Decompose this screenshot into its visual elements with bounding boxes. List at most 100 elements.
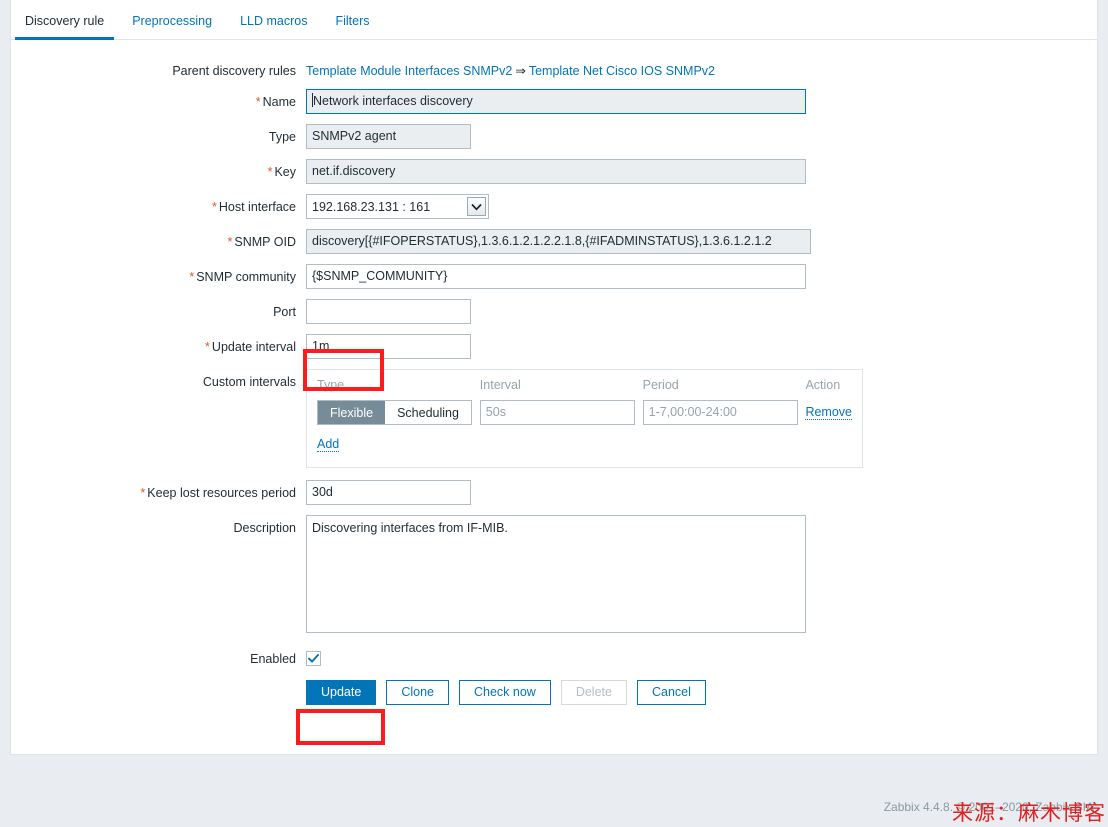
form-row-parent-discovery-rules: Parent discovery rules Template Module I…	[11, 58, 1097, 79]
snmp-community-input[interactable]: {$SNMP_COMMUNITY}	[306, 264, 806, 289]
form-row-description: Description	[11, 515, 1097, 636]
label-description: Description	[233, 521, 296, 535]
label-snmp-oid: * SNMP OID	[11, 229, 306, 249]
form-row-snmp-oid: * SNMP OID discovery[{#IFOPERSTATUS},1.3.…	[11, 229, 1097, 254]
description-textarea[interactable]	[306, 515, 806, 633]
cell-add: Add	[317, 431, 852, 457]
label-type: Type	[268, 130, 296, 144]
form-row-port: Port	[11, 299, 1097, 324]
form-row-key: * Key net.if.discovery	[11, 159, 1097, 184]
form-row-buttons: Update Clone Check now Delete Cancel	[11, 666, 1097, 705]
form-row-type: Type SNMPv2 agent	[11, 124, 1097, 149]
column-header-action: Action	[805, 378, 841, 392]
form-row-name: * Name Network interfaces discovery	[11, 89, 1097, 114]
keep-lost-resources-value: 30d	[312, 485, 333, 499]
form-row-custom-intervals: Custom intervals Type Interval Period Ac…	[11, 369, 1097, 468]
label-buttons-spacer	[11, 666, 306, 672]
cancel-button[interactable]: Cancel	[636, 680, 706, 705]
custom-period-input[interactable]: 1-7,00:00-24:00	[642, 400, 798, 425]
custom-intervals-header-row: Type Interval Period Action	[317, 378, 852, 400]
required-marker-snmp-oid: *	[227, 235, 233, 249]
key-input-value: net.if.discovery	[312, 164, 396, 178]
parent-rule-link-template-net[interactable]: Template Net Cisco IOS SNMPv2	[529, 64, 715, 78]
form-row-update-interval: * Update interval 1m	[11, 334, 1097, 359]
custom-intervals-table: Type Interval Period Action Flexible Sch…	[317, 378, 852, 457]
label-port: Port	[273, 305, 296, 319]
check-icon	[308, 654, 319, 663]
name-input-value: Network interfaces discovery	[313, 94, 473, 108]
column-header-period: Period	[642, 378, 679, 392]
label-snmp-community-text: SNMP community	[196, 270, 296, 284]
toggle-option-flexible[interactable]: Flexible	[318, 401, 386, 424]
toggle-option-scheduling[interactable]: Scheduling	[385, 401, 471, 424]
tab-bar: Discovery rule Preprocessing LLD macros …	[11, 0, 1097, 40]
snmp-community-input-value: {$SNMP_COMMUNITY}	[312, 269, 448, 283]
key-input: net.if.discovery	[306, 159, 806, 184]
label-update-interval: * Update interval	[11, 334, 306, 354]
custom-interval-placeholder: 50s	[485, 405, 506, 419]
chevron-down-icon[interactable]	[467, 197, 486, 216]
remove-interval-link[interactable]: Remove	[805, 405, 852, 420]
delete-button: Delete	[560, 680, 627, 705]
breadcrumb-arrow-icon: ⇒	[515, 64, 526, 78]
update-button[interactable]: Update	[306, 680, 377, 705]
port-input[interactable]	[306, 299, 471, 324]
update-interval-input[interactable]: 1m	[306, 334, 471, 359]
label-key-text: Key	[274, 165, 296, 179]
tab-preprocessing[interactable]: Preprocessing	[118, 14, 226, 39]
form-row-host-interface: * Host interface 192.168.23.131 : 161	[11, 194, 1097, 219]
required-marker-name: *	[255, 95, 261, 109]
required-marker-snmp-community: *	[189, 270, 195, 284]
footer-copyright: Zabbix 4.4.8. © 2001–2020, Zabbix SIA	[883, 800, 1094, 814]
label-parent-discovery-rules: Parent discovery rules	[172, 64, 296, 78]
label-snmp-community: * SNMP community	[11, 264, 306, 284]
form-row-snmp-community: * SNMP community {$SNMP_COMMUNITY}	[11, 264, 1097, 289]
label-host-interface-text: Host interface	[218, 200, 296, 214]
enabled-checkbox[interactable]	[306, 651, 321, 666]
label-keep-lost-resources: * Keep lost resources period	[11, 480, 306, 500]
keep-lost-resources-input[interactable]: 30d	[306, 480, 471, 505]
custom-intervals-add-row: Add	[317, 431, 852, 457]
discovery-rule-panel: Discovery rule Preprocessing LLD macros …	[10, 0, 1098, 755]
type-input-value: SNMPv2 agent	[312, 129, 397, 143]
type-input: SNMPv2 agent	[306, 124, 471, 149]
required-marker-update-interval: *	[205, 340, 210, 354]
custom-period-placeholder: 1-7,00:00-24:00	[648, 405, 737, 419]
table-row: Flexible Scheduling 50s 1-7,00:00-24:00	[317, 400, 852, 431]
cell-interval: 50s	[479, 400, 643, 431]
host-interface-select[interactable]: 192.168.23.131 : 161	[306, 194, 489, 219]
update-interval-input-value: 1m	[312, 339, 330, 353]
form-row-enabled: Enabled	[11, 646, 1097, 666]
label-enabled: Enabled	[250, 652, 296, 666]
snmp-oid-input: discovery[{#IFOPERSTATUS},1.3.6.1.2.1.2.…	[306, 229, 811, 254]
cell-type: Flexible Scheduling	[317, 400, 480, 431]
custom-intervals-box: Type Interval Period Action Flexible Sch…	[306, 369, 863, 468]
interval-type-toggle[interactable]: Flexible Scheduling	[317, 400, 472, 425]
required-marker-key: *	[267, 165, 273, 179]
required-marker-keep-lost: *	[140, 486, 146, 500]
check-now-button[interactable]: Check now	[458, 680, 551, 705]
cell-period: 1-7,00:00-24:00	[642, 400, 806, 431]
parent-rule-link-template-module[interactable]: Template Module Interfaces SNMPv2	[306, 64, 512, 78]
tab-discovery-rule[interactable]: Discovery rule	[11, 14, 118, 40]
label-update-interval-text: Update interval	[211, 340, 296, 354]
custom-interval-input[interactable]: 50s	[479, 400, 635, 425]
form-row-keep-lost-resources: * Keep lost resources period 30d	[11, 480, 1097, 505]
parent-discovery-rules-value: Template Module Interfaces SNMPv2 ⇒ Templa…	[306, 58, 1097, 79]
tab-filters[interactable]: Filters	[321, 14, 383, 39]
label-name: * Name	[11, 89, 306, 109]
column-header-type: Type	[317, 378, 345, 392]
host-interface-select-value: 192.168.23.131 : 161	[312, 199, 431, 214]
snmp-oid-input-value: discovery[{#IFOPERSTATUS},1.3.6.1.2.1.2.…	[312, 234, 772, 248]
add-interval-link[interactable]: Add	[317, 437, 340, 452]
label-snmp-oid-text: SNMP OID	[234, 235, 296, 249]
tab-lld-macros[interactable]: LLD macros	[226, 14, 321, 39]
label-custom-intervals: Custom intervals	[202, 375, 296, 389]
label-keep-lost-text: Keep lost resources period	[147, 486, 296, 500]
required-marker-host-interface: *	[212, 200, 217, 214]
column-header-interval: Interval	[479, 378, 521, 392]
clone-button[interactable]: Clone	[386, 680, 449, 705]
name-input[interactable]: Network interfaces discovery	[306, 89, 806, 114]
form-action-buttons: Update Clone Check now Delete Cancel	[306, 666, 1097, 705]
label-host-interface: * Host interface	[11, 194, 306, 214]
